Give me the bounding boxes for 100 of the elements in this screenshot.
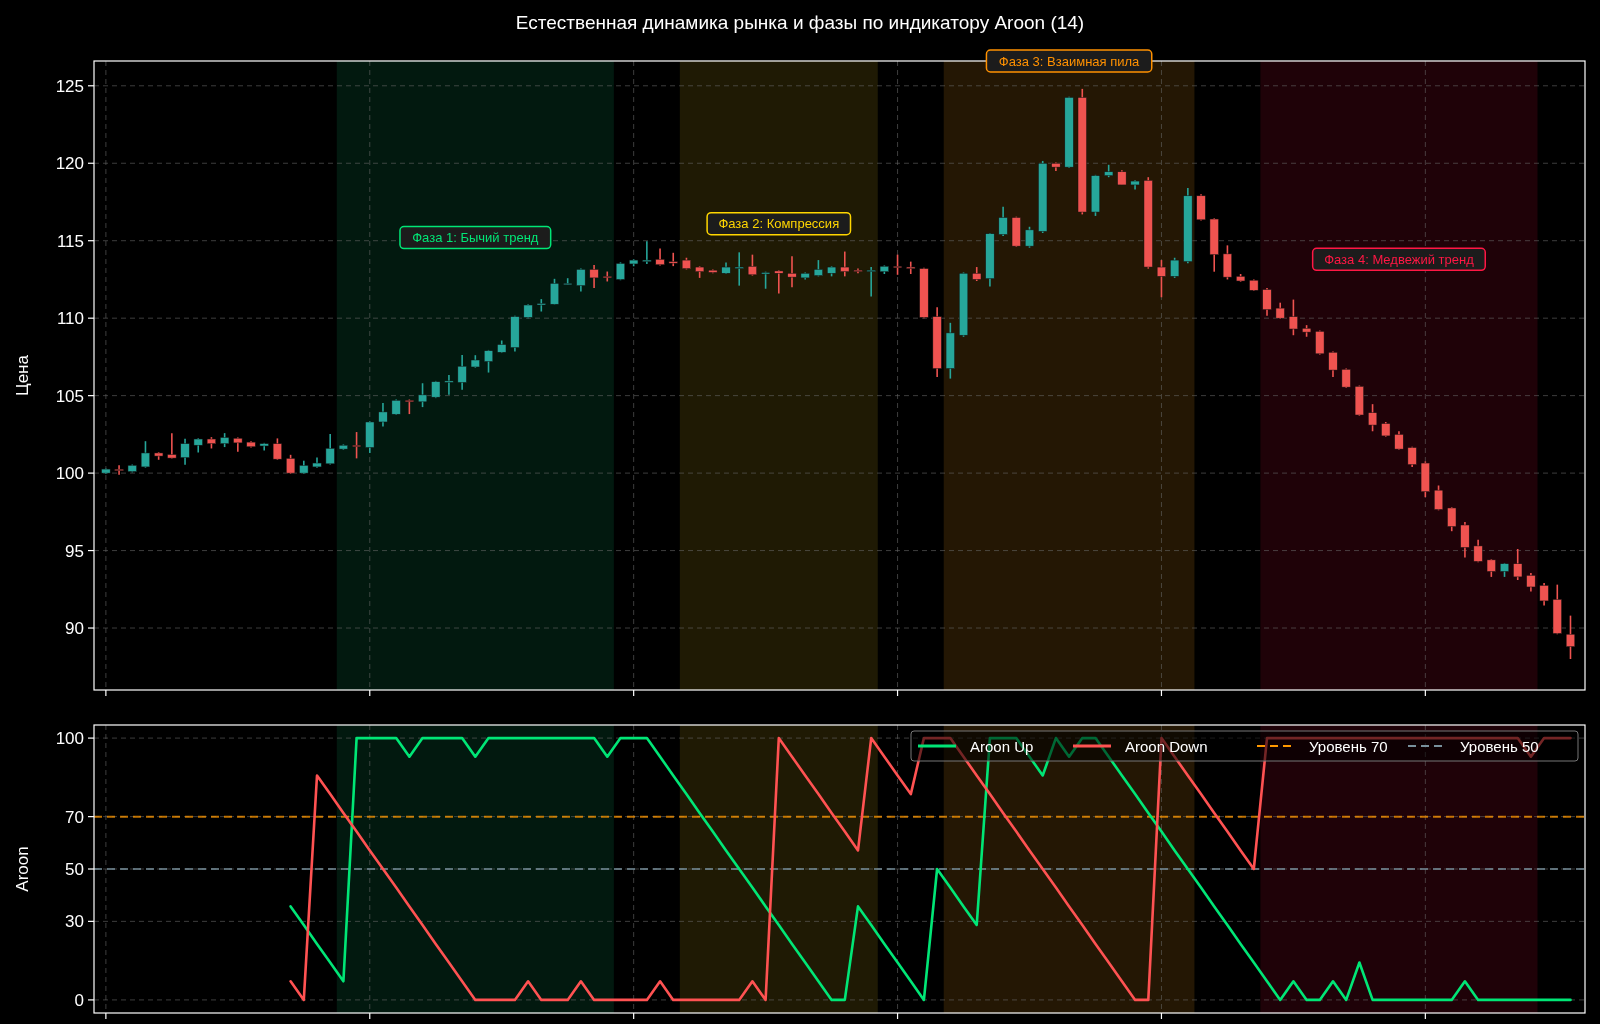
candlestick [1486,558,1496,578]
tick-mark [1160,689,1163,697]
legend-swatch-icon [918,744,956,748]
phase-label: Фаза 4: Медвежий тренд [1311,247,1486,272]
tick-mark [896,1012,899,1020]
candlestick [1447,506,1457,532]
candlestick [1381,421,1391,438]
y-tick-label: 125 [55,76,84,96]
candlestick [154,451,164,461]
candlestick [1196,193,1206,222]
candlestick [1499,562,1510,578]
candlestick [853,267,863,275]
candlestick [576,267,586,293]
candlestick [1328,350,1338,378]
y-tick-label: 70 [65,807,84,827]
tick-mark [87,999,95,1001]
candlestick [589,264,599,289]
tick-mark [87,317,95,319]
tick-mark [1424,1012,1426,1020]
candlestick [1130,179,1140,191]
candlestick [1407,445,1417,468]
annotation: Фаза 3: Взаимная пила [998,53,1141,69]
tick-mark [87,816,95,818]
candlestick [418,382,428,408]
candlestick [1011,215,1021,248]
candlestick [1513,548,1523,581]
tick-mark [633,689,635,697]
candlestick [655,247,665,267]
candlestick [391,398,401,416]
tick-mark [87,737,95,739]
candlestick [695,265,705,279]
y-tick-label: 95 [65,541,84,561]
candlestick [774,269,784,295]
tick-mark [896,689,899,697]
candlestick [959,271,969,338]
candlestick [681,256,691,271]
candlestick [497,339,507,354]
tick-mark [87,472,95,474]
candlestick [220,432,230,448]
candlestick [233,436,243,453]
annotation: Фаза 4: Медвежий тренд [1324,251,1475,267]
legend-label: Aroon Up [970,737,1034,755]
legend-label: Aroon Down [1125,737,1208,755]
candlestick [1090,174,1100,217]
candlestick [1209,217,1219,273]
candlestick [642,240,652,265]
annotation: Фаза 1: Бычий тренд [412,230,539,246]
candlestick [800,271,810,281]
candlestick [1236,273,1246,283]
candlestick [919,267,929,319]
y-axis-label: Цена [13,355,32,396]
candlestick [879,264,889,275]
candlestick [813,259,823,278]
candlestick [101,467,111,475]
tick-mark [87,85,95,87]
candlestick [932,306,942,378]
candlestick [140,440,150,469]
candlestick [1341,367,1351,389]
y-tick-label: 110 [56,309,84,329]
candlestick [470,354,480,369]
legend-label: Уровень 50 [1460,737,1539,755]
candlestick [602,270,612,283]
candlestick [1315,329,1325,356]
y-tick-label: 50 [65,860,84,879]
candlestick [378,402,388,428]
candlestick [536,298,546,313]
candlestick [444,374,454,396]
candlestick [563,277,573,286]
y-tick-label: 100 [55,729,84,749]
candlestick [325,433,335,466]
candlestick [1526,572,1536,593]
candlestick [484,349,494,374]
candlestick [945,322,955,380]
annotation: Фаза 2: Компрессия [718,216,840,232]
tick-mark [1160,1012,1163,1020]
candlestick [338,443,348,451]
candlestick [615,261,625,282]
candlestick [1288,298,1298,337]
candlestick [246,440,256,449]
tick-mark [369,1012,371,1020]
phase-label: Фаза 1: Бычий тренд [399,225,552,250]
y-tick-label: 120 [55,154,84,174]
candlestick [998,205,1008,237]
candlestick [866,266,876,298]
y-axis-label: Aroon [13,846,32,892]
candlestick [365,420,375,454]
tick-mark [87,627,95,629]
candlestick [1473,538,1483,563]
candlestick [272,437,282,461]
candlestick [1420,460,1430,498]
tick-mark [87,920,95,922]
tick-mark [633,1012,635,1020]
candlestick [1302,324,1312,338]
y-tick-label: 90 [65,619,84,639]
candlestick [286,454,296,475]
candlestick [1354,384,1364,417]
candlestick [114,464,124,476]
y-tick-label: 115 [56,231,84,251]
candlestick [1434,484,1444,512]
candlestick [1104,164,1114,178]
